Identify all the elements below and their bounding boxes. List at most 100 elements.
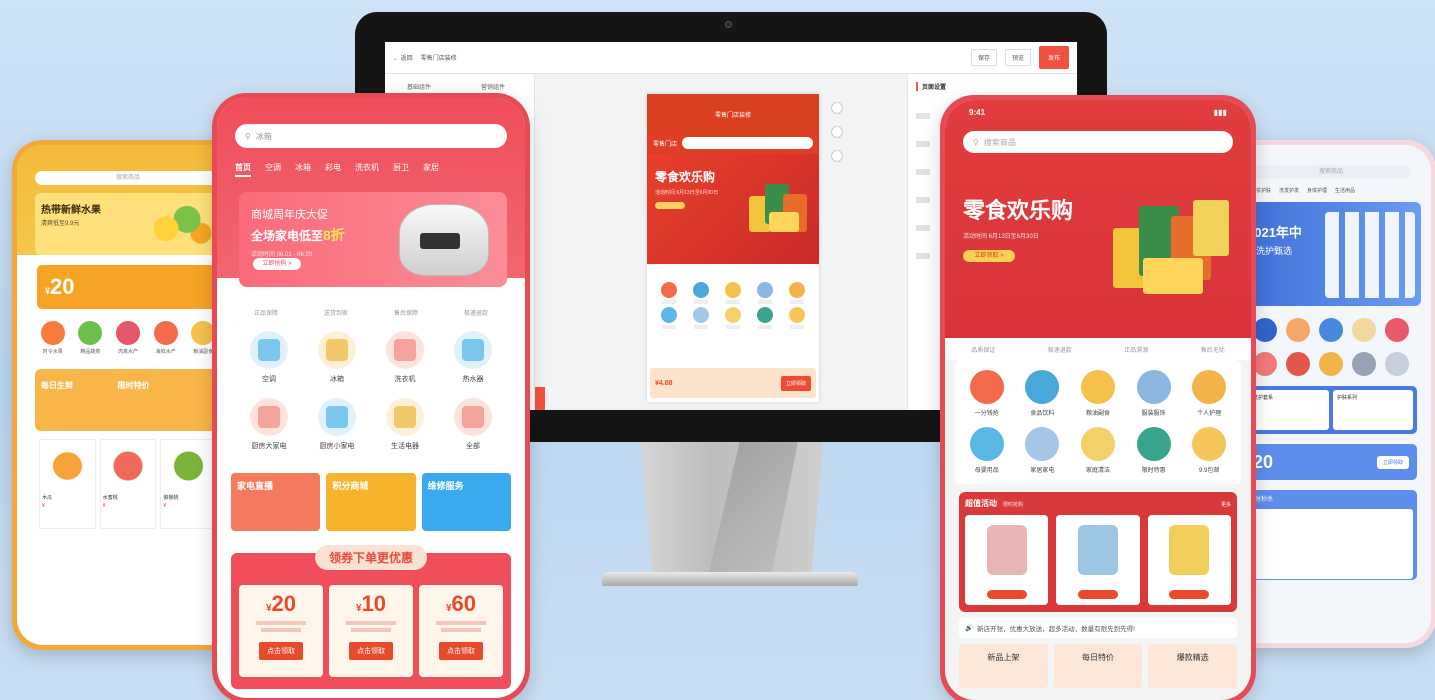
- bottle-image: [1325, 212, 1415, 298]
- tab[interactable]: 空调: [265, 162, 281, 177]
- tab[interactable]: 厨卫: [393, 162, 409, 177]
- preview-cat[interactable]: [717, 282, 749, 304]
- category-item[interactable]: 母婴用品: [959, 427, 1015, 474]
- settings-icon[interactable]: [831, 102, 843, 114]
- claim-coupon-button[interactable]: 点击领取: [349, 642, 393, 660]
- coupon-button[interactable]: 立即领取: [1376, 455, 1409, 469]
- activity-product[interactable]: [1147, 515, 1231, 605]
- preview-cat[interactable]: [781, 282, 813, 304]
- category-item-living[interactable]: 生活电器: [371, 398, 439, 451]
- activity-product[interactable]: [1056, 515, 1140, 605]
- preview-cat[interactable]: [781, 307, 813, 329]
- tab[interactable]: 彩电: [325, 162, 341, 177]
- tab[interactable]: 家居: [423, 162, 439, 177]
- category-item[interactable]: 限时特惠: [1126, 427, 1182, 474]
- activity-product[interactable]: [965, 515, 1049, 605]
- block-card[interactable]: 洗护套系: [1249, 390, 1329, 430]
- tab-marketing-components[interactable]: 营销组件: [481, 82, 505, 91]
- tab-home[interactable]: 首页: [235, 162, 251, 177]
- category-item[interactable]: [1347, 352, 1380, 376]
- product-card[interactable]: 猕猴桃 ¥: [160, 439, 218, 529]
- category-item[interactable]: 9.9包邮: [1181, 427, 1237, 474]
- preview-cat[interactable]: [685, 282, 717, 304]
- category-item[interactable]: 个人护理: [1181, 370, 1237, 417]
- publish-button[interactable]: 发布: [1038, 46, 1069, 69]
- tab-basic-components[interactable]: 基础组件: [407, 82, 431, 91]
- service-live[interactable]: 家电直播: [231, 473, 321, 531]
- search-input[interactable]: 搜索商品: [1251, 165, 1411, 179]
- preview-cat[interactable]: [749, 282, 781, 304]
- category-item[interactable]: 家居家电: [1015, 427, 1071, 474]
- category-item[interactable]: 海鲜水产: [148, 321, 184, 355]
- location-label[interactable]: 零售门店: [653, 139, 677, 148]
- claim-coupon-button[interactable]: 点击领取: [439, 642, 483, 660]
- category-item[interactable]: 家庭清洁: [1070, 427, 1126, 474]
- preview-cat[interactable]: [717, 307, 749, 329]
- category-item[interactable]: 时令水果: [35, 321, 71, 355]
- category-item[interactable]: [1347, 318, 1380, 342]
- category-item[interactable]: [1282, 352, 1315, 376]
- category-item[interactable]: [1380, 352, 1413, 376]
- search-input[interactable]: ⚲ 冰箱: [235, 124, 507, 148]
- more-link[interactable]: 更多: [1221, 501, 1231, 508]
- category-item-air-conditioner[interactable]: 空调: [235, 331, 303, 384]
- category-item[interactable]: 精品蔬菜: [73, 321, 109, 355]
- flash-sale-goods[interactable]: [1249, 509, 1413, 579]
- search-input[interactable]: 搜索商品: [35, 171, 221, 185]
- feature-card[interactable]: 新品上架: [959, 644, 1048, 688]
- search-input[interactable]: ⚲ 搜索商品: [963, 131, 1233, 153]
- category-item[interactable]: 肉禽水产: [110, 321, 146, 355]
- preview-coupon-button[interactable]: 立即领取: [780, 375, 811, 391]
- tab[interactable]: 洗衣机: [355, 162, 379, 177]
- preview-banner[interactable]: 零食欢乐购 活动时间 6月13日至6月30日: [647, 154, 819, 264]
- panel-collapse-handle[interactable]: [535, 387, 545, 410]
- fruit-banner[interactable]: 热带新鲜水果 清爽低至9.9元: [35, 193, 221, 255]
- flash-sale: 限时秒杀: [1245, 490, 1417, 580]
- feature-card[interactable]: 每日特价: [1053, 644, 1143, 688]
- banner-button[interactable]: 立即领取 >: [963, 250, 1015, 262]
- category-item[interactable]: [1315, 318, 1348, 342]
- category-item[interactable]: 一分钱抢: [959, 370, 1015, 417]
- service-points-mall[interactable]: 积分商城: [326, 473, 416, 531]
- product-card[interactable]: 水蜜桃 ¥: [99, 439, 157, 529]
- tab[interactable]: 冰箱: [295, 162, 311, 177]
- notice-bar[interactable]: 🔊 新店开张，优惠大放送，超多活动，数量有限先到先得!: [959, 618, 1237, 638]
- category-item[interactable]: 粮油副食: [1070, 370, 1126, 417]
- tab[interactable]: 生活用品: [1335, 187, 1355, 194]
- product-card[interactable]: 木瓜 ¥: [39, 439, 96, 529]
- delete-icon[interactable]: [831, 150, 843, 162]
- category-item[interactable]: 食品饮料: [1015, 370, 1071, 417]
- promo-banner[interactable]: 商城周年庆大促 全场家电低至8折 活动时间 06.01 - 06.30 立即抢购…: [239, 192, 507, 287]
- feature-card[interactable]: 爆款精选: [1148, 644, 1238, 688]
- preview-cat[interactable]: [685, 307, 717, 329]
- claim-coupon-button[interactable]: 点击领取: [259, 642, 303, 660]
- care-banner[interactable]: 2021年中 护洗护甄选: [1241, 202, 1421, 306]
- category-item[interactable]: 服装服饰: [1126, 370, 1182, 417]
- coupon-card[interactable]: ¥20: [37, 265, 219, 309]
- category-item-washer[interactable]: 洗衣机: [371, 331, 439, 384]
- copy-icon[interactable]: [831, 126, 843, 138]
- preview-cat[interactable]: [749, 307, 781, 329]
- category-item-kitchen-small[interactable]: 厨房小家电: [303, 398, 371, 451]
- category-item[interactable]: [1380, 318, 1413, 342]
- tab[interactable]: 身体护理: [1307, 187, 1327, 194]
- preview-button[interactable]: 预览: [1004, 49, 1031, 66]
- service-repair[interactable]: 维修服务: [421, 473, 511, 531]
- coupon-card: ¥60 点击领取: [419, 585, 503, 677]
- preview-cat[interactable]: [653, 282, 685, 304]
- category-item-kitchen-large[interactable]: 厨房大家电: [235, 398, 303, 451]
- preview-cat[interactable]: [653, 307, 685, 329]
- back-link[interactable]: ← 返回: [393, 53, 413, 62]
- category-item-all[interactable]: 全部: [439, 398, 507, 451]
- block-card[interactable]: 护肤系列: [1333, 390, 1413, 430]
- preview-search-input[interactable]: [682, 137, 813, 149]
- category-item-water-heater[interactable]: 热水器: [439, 331, 507, 384]
- tab[interactable]: 洗发护发: [1279, 187, 1299, 194]
- preview-banner-button[interactable]: [655, 202, 685, 209]
- category-item[interactable]: [1282, 318, 1315, 342]
- banner-buy-button[interactable]: 立即抢购 >: [253, 258, 301, 270]
- save-button[interactable]: 保存: [970, 49, 997, 66]
- category-item-fridge[interactable]: 冰箱: [303, 331, 371, 384]
- category-item[interactable]: [1315, 352, 1348, 376]
- activity-banner[interactable]: 每日生鲜 限时特价: [35, 369, 221, 431]
